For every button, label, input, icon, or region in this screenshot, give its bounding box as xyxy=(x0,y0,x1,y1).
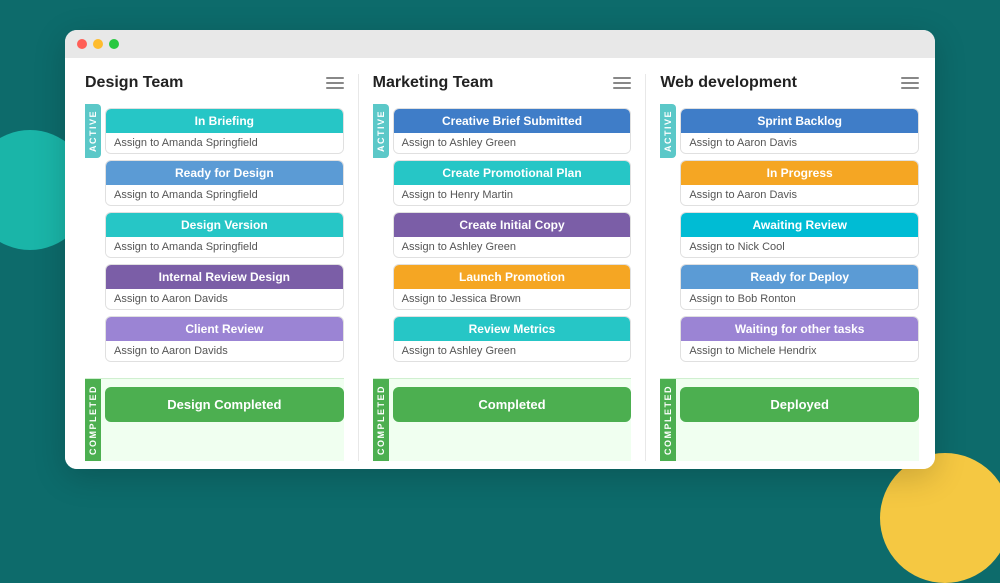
active-label-web-development: ACTIVE xyxy=(660,104,676,158)
browser-bar xyxy=(65,30,935,58)
task-card-header-marketing-team-4: Review Metrics xyxy=(394,317,631,341)
task-card-header-web-development-2: Awaiting Review xyxy=(681,213,918,237)
kanban-column-marketing-team: Marketing TeamACTIVECreative Brief Submi… xyxy=(359,74,647,461)
task-card-design-team-3[interactable]: Internal Review DesignAssign to Aaron Da… xyxy=(105,264,344,310)
tasks-list-web-development: Sprint BacklogAssign to Aaron DavisIn Pr… xyxy=(676,104,919,370)
column-menu-icon-web-development[interactable] xyxy=(901,77,919,89)
column-title-marketing-team: Marketing Team xyxy=(373,74,494,92)
task-card-header-design-team-3: Internal Review Design xyxy=(106,265,343,289)
task-card-web-development-2[interactable]: Awaiting ReviewAssign to Nick Cool xyxy=(680,212,919,258)
column-title-web-development: Web development xyxy=(660,74,797,92)
kanban-column-web-development: Web developmentACTIVESprint BacklogAssig… xyxy=(646,74,919,461)
task-card-header-web-development-4: Waiting for other tasks xyxy=(681,317,918,341)
task-card-header-marketing-team-1: Create Promotional Plan xyxy=(394,161,631,185)
completed-tasks-list-design-team: Design Completed xyxy=(101,379,344,461)
completed-section-design-team: COMPLETEDDesign Completed xyxy=(85,378,344,461)
task-card-web-development-0[interactable]: Sprint BacklogAssign to Aaron Davis xyxy=(680,108,919,154)
task-card-header-web-development-1: In Progress xyxy=(681,161,918,185)
task-card-web-development-4[interactable]: Waiting for other tasksAssign to Michele… xyxy=(680,316,919,362)
task-card-web-development-3[interactable]: Ready for DeployAssign to Bob Ronton xyxy=(680,264,919,310)
column-header-web-development: Web development xyxy=(660,74,919,92)
column-header-marketing-team: Marketing Team xyxy=(373,74,632,92)
column-header-design-team: Design Team xyxy=(85,74,344,92)
task-card-design-team-2[interactable]: Design VersionAssign to Amanda Springfie… xyxy=(105,212,344,258)
task-card-body-design-team-1: Assign to Amanda Springfield xyxy=(106,185,343,205)
task-card-design-team-1[interactable]: Ready for DesignAssign to Amanda Springf… xyxy=(105,160,344,206)
task-card-header-web-development-3: Ready for Deploy xyxy=(681,265,918,289)
task-card-body-design-team-2: Assign to Amanda Springfield xyxy=(106,237,343,257)
active-label-marketing-team: ACTIVE xyxy=(373,104,389,158)
completed-label-web-development: COMPLETED xyxy=(660,379,676,461)
kanban-area: Design TeamACTIVEIn BriefingAssign to Am… xyxy=(65,58,935,461)
task-card-marketing-team-1[interactable]: Create Promotional PlanAssign to Henry M… xyxy=(393,160,632,206)
kanban-column-design-team: Design TeamACTIVEIn BriefingAssign to Am… xyxy=(81,74,359,461)
completed-task-btn-design-team[interactable]: Design Completed xyxy=(105,387,344,422)
task-card-body-web-development-1: Assign to Aaron Davis xyxy=(681,185,918,205)
completed-tasks-list-web-development: Deployed xyxy=(676,379,919,461)
task-card-design-team-4[interactable]: Client ReviewAssign to Aaron Davids xyxy=(105,316,344,362)
task-card-header-marketing-team-3: Launch Promotion xyxy=(394,265,631,289)
tasks-list-marketing-team: Creative Brief SubmittedAssign to Ashley… xyxy=(389,104,632,370)
tasks-list-design-team: In BriefingAssign to Amanda SpringfieldR… xyxy=(101,104,344,370)
task-card-body-marketing-team-3: Assign to Jessica Brown xyxy=(394,289,631,309)
task-card-body-web-development-4: Assign to Michele Hendrix xyxy=(681,341,918,361)
bg-decoration-circle-yellow xyxy=(880,453,1000,583)
task-card-header-design-team-2: Design Version xyxy=(106,213,343,237)
task-card-body-marketing-team-1: Assign to Henry Martin xyxy=(394,185,631,205)
browser-dot-yellow xyxy=(93,39,103,49)
task-card-marketing-team-4[interactable]: Review MetricsAssign to Ashley Green xyxy=(393,316,632,362)
column-title-design-team: Design Team xyxy=(85,74,183,92)
page-title xyxy=(0,0,1000,30)
active-section-marketing-team: ACTIVECreative Brief SubmittedAssign to … xyxy=(373,104,632,370)
task-card-design-team-0[interactable]: In BriefingAssign to Amanda Springfield xyxy=(105,108,344,154)
task-card-body-web-development-0: Assign to Aaron Davis xyxy=(681,133,918,153)
task-card-marketing-team-3[interactable]: Launch PromotionAssign to Jessica Brown xyxy=(393,264,632,310)
completed-task-btn-web-development[interactable]: Deployed xyxy=(680,387,919,422)
task-card-body-design-team-3: Assign to Aaron Davids xyxy=(106,289,343,309)
column-menu-icon-marketing-team[interactable] xyxy=(613,77,631,89)
completed-tasks-list-marketing-team: Completed xyxy=(389,379,632,461)
browser-window: Design TeamACTIVEIn BriefingAssign to Am… xyxy=(65,30,935,469)
task-card-header-design-team-0: In Briefing xyxy=(106,109,343,133)
task-card-body-marketing-team-4: Assign to Ashley Green xyxy=(394,341,631,361)
completed-section-marketing-team: COMPLETEDCompleted xyxy=(373,378,632,461)
completed-task-btn-marketing-team[interactable]: Completed xyxy=(393,387,632,422)
task-card-header-marketing-team-0: Creative Brief Submitted xyxy=(394,109,631,133)
active-section-web-development: ACTIVESprint BacklogAssign to Aaron Davi… xyxy=(660,104,919,370)
task-card-header-marketing-team-2: Create Initial Copy xyxy=(394,213,631,237)
task-card-header-design-team-4: Client Review xyxy=(106,317,343,341)
completed-label-design-team: COMPLETED xyxy=(85,379,101,461)
active-label-design-team: ACTIVE xyxy=(85,104,101,158)
task-card-body-marketing-team-0: Assign to Ashley Green xyxy=(394,133,631,153)
task-card-marketing-team-2[interactable]: Create Initial CopyAssign to Ashley Gree… xyxy=(393,212,632,258)
task-card-body-design-team-0: Assign to Amanda Springfield xyxy=(106,133,343,153)
task-card-body-marketing-team-2: Assign to Ashley Green xyxy=(394,237,631,257)
task-card-body-web-development-2: Assign to Nick Cool xyxy=(681,237,918,257)
task-card-marketing-team-0[interactable]: Creative Brief SubmittedAssign to Ashley… xyxy=(393,108,632,154)
completed-section-web-development: COMPLETEDDeployed xyxy=(660,378,919,461)
column-menu-icon-design-team[interactable] xyxy=(326,77,344,89)
task-card-web-development-1[interactable]: In ProgressAssign to Aaron Davis xyxy=(680,160,919,206)
browser-dot-green xyxy=(109,39,119,49)
task-card-body-web-development-3: Assign to Bob Ronton xyxy=(681,289,918,309)
task-card-body-design-team-4: Assign to Aaron Davids xyxy=(106,341,343,361)
task-card-header-web-development-0: Sprint Backlog xyxy=(681,109,918,133)
active-section-design-team: ACTIVEIn BriefingAssign to Amanda Spring… xyxy=(85,104,344,370)
browser-dot-red xyxy=(77,39,87,49)
completed-label-marketing-team: COMPLETED xyxy=(373,379,389,461)
task-card-header-design-team-1: Ready for Design xyxy=(106,161,343,185)
